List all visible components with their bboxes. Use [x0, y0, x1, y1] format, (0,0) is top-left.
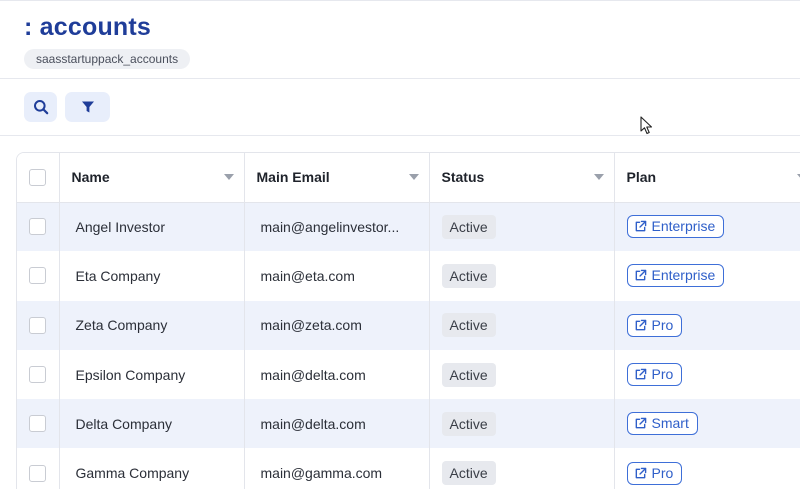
table-row[interactable]: Epsilon Company main@delta.com Active Pro: [17, 349, 800, 400]
cell-name[interactable]: Gamma Company: [59, 448, 245, 489]
cell-plan: Pro: [614, 349, 800, 400]
plan-link[interactable]: Pro: [626, 313, 683, 337]
column-header-label: Name: [71, 169, 110, 186]
cell-plan: Pro: [614, 448, 800, 489]
plan-label: Smart: [651, 415, 689, 432]
status-badge: Active: [441, 461, 496, 486]
plan-label: Pro: [651, 366, 674, 383]
row-select-cell: [17, 349, 60, 400]
cell-main-email[interactable]: main@delta.com: [244, 399, 430, 449]
select-all-cell: [17, 153, 60, 203]
table-body: Angel Investor main@angelinvestor... Activ…: [17, 202, 800, 489]
external-link-icon: [635, 319, 646, 331]
plan-label: Enterprise: [651, 267, 716, 284]
plan-link[interactable]: Enterprise: [626, 264, 725, 288]
plan-label: Enterprise: [651, 218, 716, 235]
plan-link[interactable]: Pro: [626, 363, 683, 387]
column-header-label: Main Email: [256, 169, 330, 186]
row-checkbox[interactable]: [29, 366, 47, 384]
cell-status: Active: [429, 300, 615, 350]
cell-main-email[interactable]: main@delta.com: [244, 349, 430, 400]
table-row[interactable]: Angel Investor main@angelinvestor... Activ…: [17, 202, 800, 252]
cell-name[interactable]: Epsilon Company: [59, 349, 245, 400]
mouse-cursor-icon: [640, 116, 653, 135]
cell-name[interactable]: Zeta Company: [59, 300, 245, 350]
search-button[interactable]: [24, 92, 57, 122]
plan-label: Pro: [651, 316, 674, 333]
row-checkbox[interactable]: [29, 316, 47, 334]
search-icon: [33, 100, 48, 115]
table-name-badge: saasstartuppack_accounts: [24, 49, 191, 69]
table-header-row: Name Main Email Status Plan: [17, 153, 800, 203]
cell-status: Active: [429, 349, 615, 400]
column-header-main-email[interactable]: Main Email: [244, 153, 430, 203]
plan-link[interactable]: Smart: [626, 412, 698, 436]
filter-icon: [81, 101, 94, 113]
column-header-name[interactable]: Name: [59, 153, 245, 203]
row-checkbox[interactable]: [29, 267, 47, 285]
toolbar: [0, 79, 800, 136]
cell-status: Active: [429, 399, 615, 449]
column-header-status[interactable]: Status: [429, 153, 615, 203]
table-row[interactable]: Delta Company main@delta.com Active Smart: [17, 399, 800, 449]
cell-name[interactable]: Angel Investor: [59, 202, 245, 252]
cell-status: Active: [429, 251, 615, 301]
cell-name[interactable]: Delta Company: [59, 399, 245, 449]
column-header-plan[interactable]: Plan: [614, 153, 800, 203]
cell-plan: Enterprise: [614, 202, 800, 252]
cell-main-email[interactable]: main@zeta.com: [244, 300, 430, 350]
row-checkbox[interactable]: [29, 415, 47, 433]
cell-main-email[interactable]: main@angelinvestor...: [244, 202, 430, 252]
external-link-icon: [635, 368, 646, 380]
row-select-cell: [17, 399, 60, 449]
sort-caret-icon[interactable]: [408, 174, 419, 181]
plan-label: Pro: [651, 464, 674, 481]
plan-link[interactable]: Pro: [626, 461, 683, 485]
status-badge: Active: [441, 214, 496, 239]
page: : accounts saasstartuppack_accounts Name: [0, 0, 800, 489]
status-badge: Active: [441, 362, 496, 387]
table-row[interactable]: Gamma Company main@gamma.com Active Pro: [17, 448, 800, 489]
cell-main-email[interactable]: main@eta.com: [244, 251, 430, 301]
cell-plan: Smart: [614, 399, 800, 449]
cell-main-email[interactable]: main@gamma.com: [244, 448, 430, 489]
table-row[interactable]: Eta Company main@eta.com Active Enterprise: [17, 251, 800, 301]
cell-plan: Enterprise: [614, 251, 800, 301]
cell-status: Active: [429, 202, 615, 252]
sort-caret-icon[interactable]: [796, 174, 800, 181]
select-all-checkbox[interactable]: [29, 168, 47, 186]
external-link-icon: [635, 467, 646, 478]
page-header: : accounts saasstartuppack_accounts: [0, 0, 800, 79]
status-badge: Active: [441, 263, 496, 288]
cell-plan: Pro: [614, 300, 800, 350]
filter-button[interactable]: [65, 92, 110, 122]
row-select-cell: [17, 251, 60, 301]
cell-name[interactable]: Eta Company: [59, 251, 245, 301]
status-badge: Active: [441, 411, 496, 436]
sort-caret-icon[interactable]: [223, 174, 234, 181]
row-checkbox[interactable]: [29, 218, 47, 236]
column-header-label: Plan: [626, 169, 657, 186]
plan-link[interactable]: Enterprise: [626, 215, 725, 239]
accounts-table: Name Main Email Status Plan Angel Invest…: [16, 152, 800, 489]
status-badge: Active: [441, 313, 496, 338]
external-link-icon: [635, 221, 646, 232]
row-select-cell: [17, 448, 60, 489]
external-link-icon: [635, 270, 646, 281]
external-link-icon: [635, 418, 646, 429]
column-header-label: Status: [441, 169, 485, 186]
table-row[interactable]: Zeta Company main@zeta.com Active Pro: [17, 300, 800, 350]
sort-caret-icon[interactable]: [593, 174, 604, 181]
row-select-cell: [17, 300, 60, 350]
page-title: : accounts: [24, 13, 152, 41]
row-checkbox[interactable]: [29, 464, 47, 482]
row-select-cell: [17, 202, 60, 252]
cell-status: Active: [429, 448, 615, 489]
